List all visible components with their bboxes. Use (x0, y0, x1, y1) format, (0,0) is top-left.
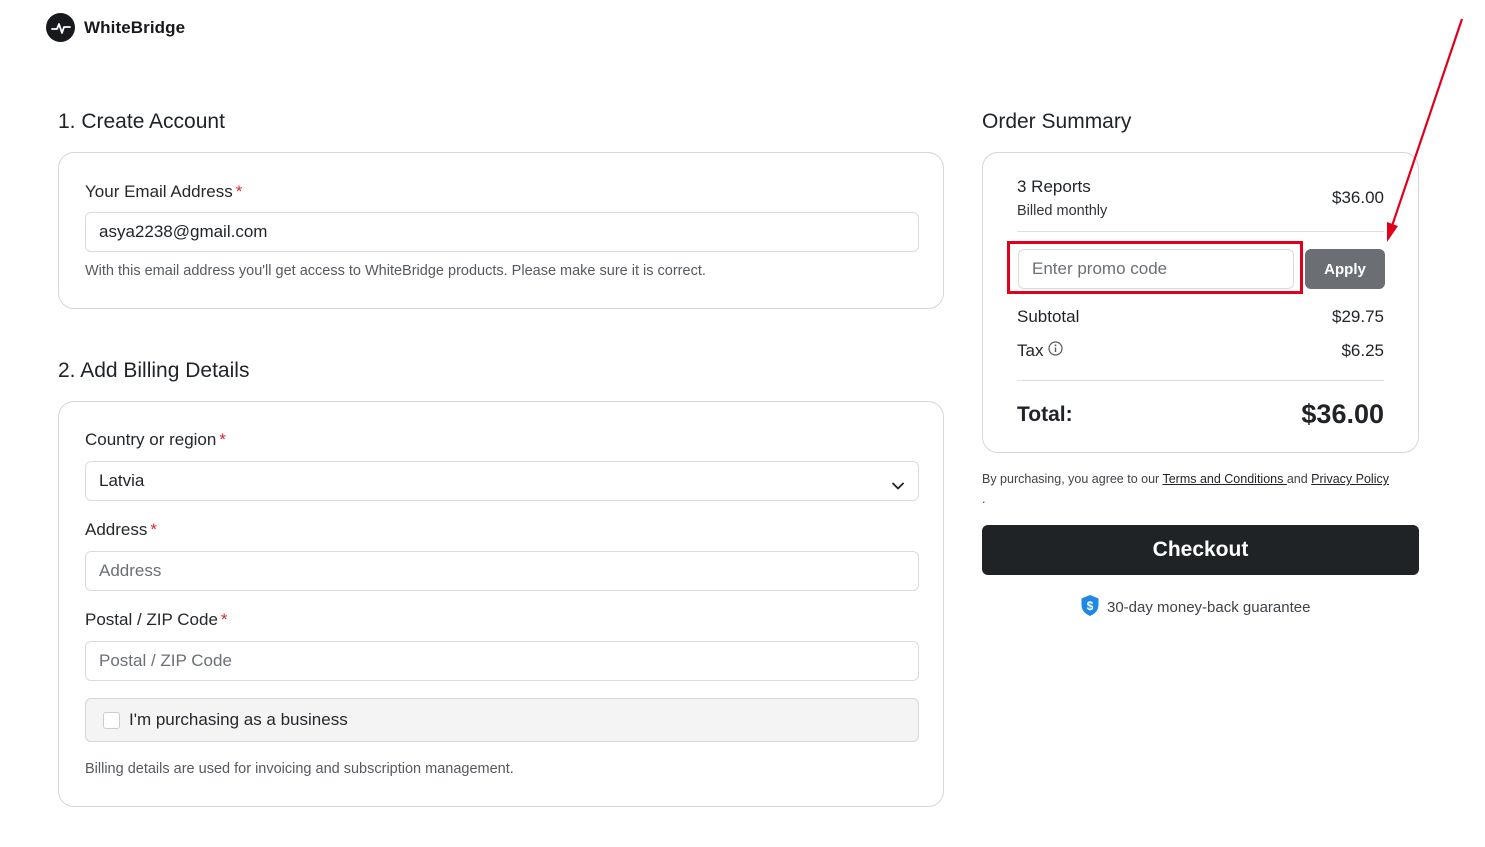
annotation-arrow (1387, 18, 1464, 242)
